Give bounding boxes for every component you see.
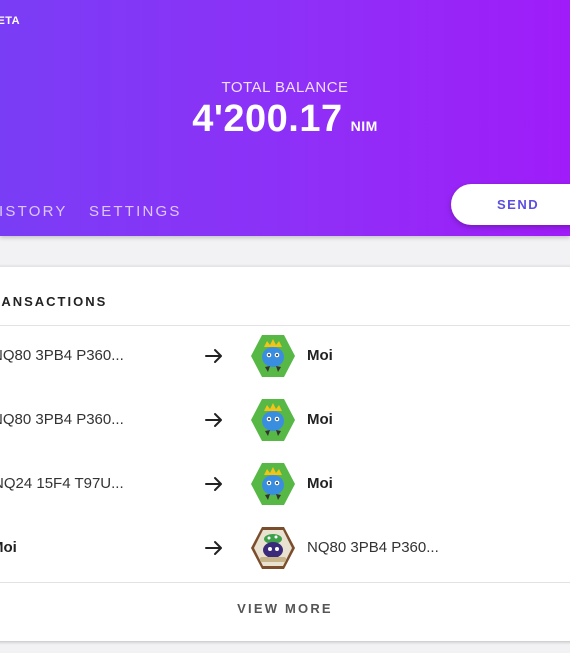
transaction-sender: Moi bbox=[0, 539, 17, 556]
transaction-sender: NQ80 3PB4 P360... bbox=[0, 411, 124, 428]
send-button[interactable]: SEND bbox=[451, 184, 570, 225]
transaction-recipient: NQ80 3PB4 P360... bbox=[307, 539, 439, 556]
tab-history[interactable]: HISTORY bbox=[0, 203, 68, 220]
transactions-card: TRANSACTIONS NQ80 3PB4 P360... Moi NQ80 … bbox=[0, 266, 570, 641]
arrow-right-icon bbox=[205, 349, 222, 363]
balance-unit: NIM bbox=[350, 118, 378, 134]
arrow-right-icon bbox=[205, 541, 222, 555]
arrow-right-icon bbox=[205, 413, 222, 427]
transaction-row[interactable]: NQ80 3PB4 P360... Moi bbox=[0, 325, 570, 389]
transaction-row[interactable]: NQ80 3PB4 P360... Moi bbox=[0, 389, 570, 453]
view-more-button[interactable]: VIEW MORE bbox=[0, 601, 570, 616]
tab-settings[interactable]: SETTINGS bbox=[89, 203, 182, 220]
balance-amount: 4'200.17 NIM bbox=[0, 98, 570, 141]
green-hexagon-crowned-blue-creature-avatar bbox=[251, 399, 295, 441]
wallet-header: BETA TOTAL BALANCE 4'200.17 NIM HISTORY S… bbox=[0, 0, 570, 236]
transactions-title: TRANSACTIONS bbox=[0, 294, 108, 309]
arrow-right-icon bbox=[205, 477, 222, 491]
divider bbox=[0, 582, 570, 583]
transaction-recipient: Moi bbox=[307, 411, 333, 428]
transaction-row[interactable]: NQ24 15F4 T97U... Moi bbox=[0, 453, 570, 517]
transaction-sender: NQ80 3PB4 P360... bbox=[0, 347, 124, 364]
balance-label: TOTAL BALANCE bbox=[221, 79, 349, 96]
green-hexagon-crowned-blue-creature-avatar bbox=[251, 335, 295, 377]
transaction-row[interactable]: Moi NQ80 3PB4 P360... bbox=[0, 517, 570, 581]
beta-badge: BETA bbox=[0, 15, 21, 27]
green-hexagon-crowned-blue-creature-avatar bbox=[251, 463, 295, 505]
balance-value: 4'200.17 bbox=[192, 98, 343, 140]
transaction-sender: NQ24 15F4 T97U... bbox=[0, 475, 124, 492]
transaction-recipient: Moi bbox=[307, 475, 333, 492]
brown-hexagon-purple-creature-avatar bbox=[251, 527, 295, 569]
transaction-recipient: Moi bbox=[307, 347, 333, 364]
